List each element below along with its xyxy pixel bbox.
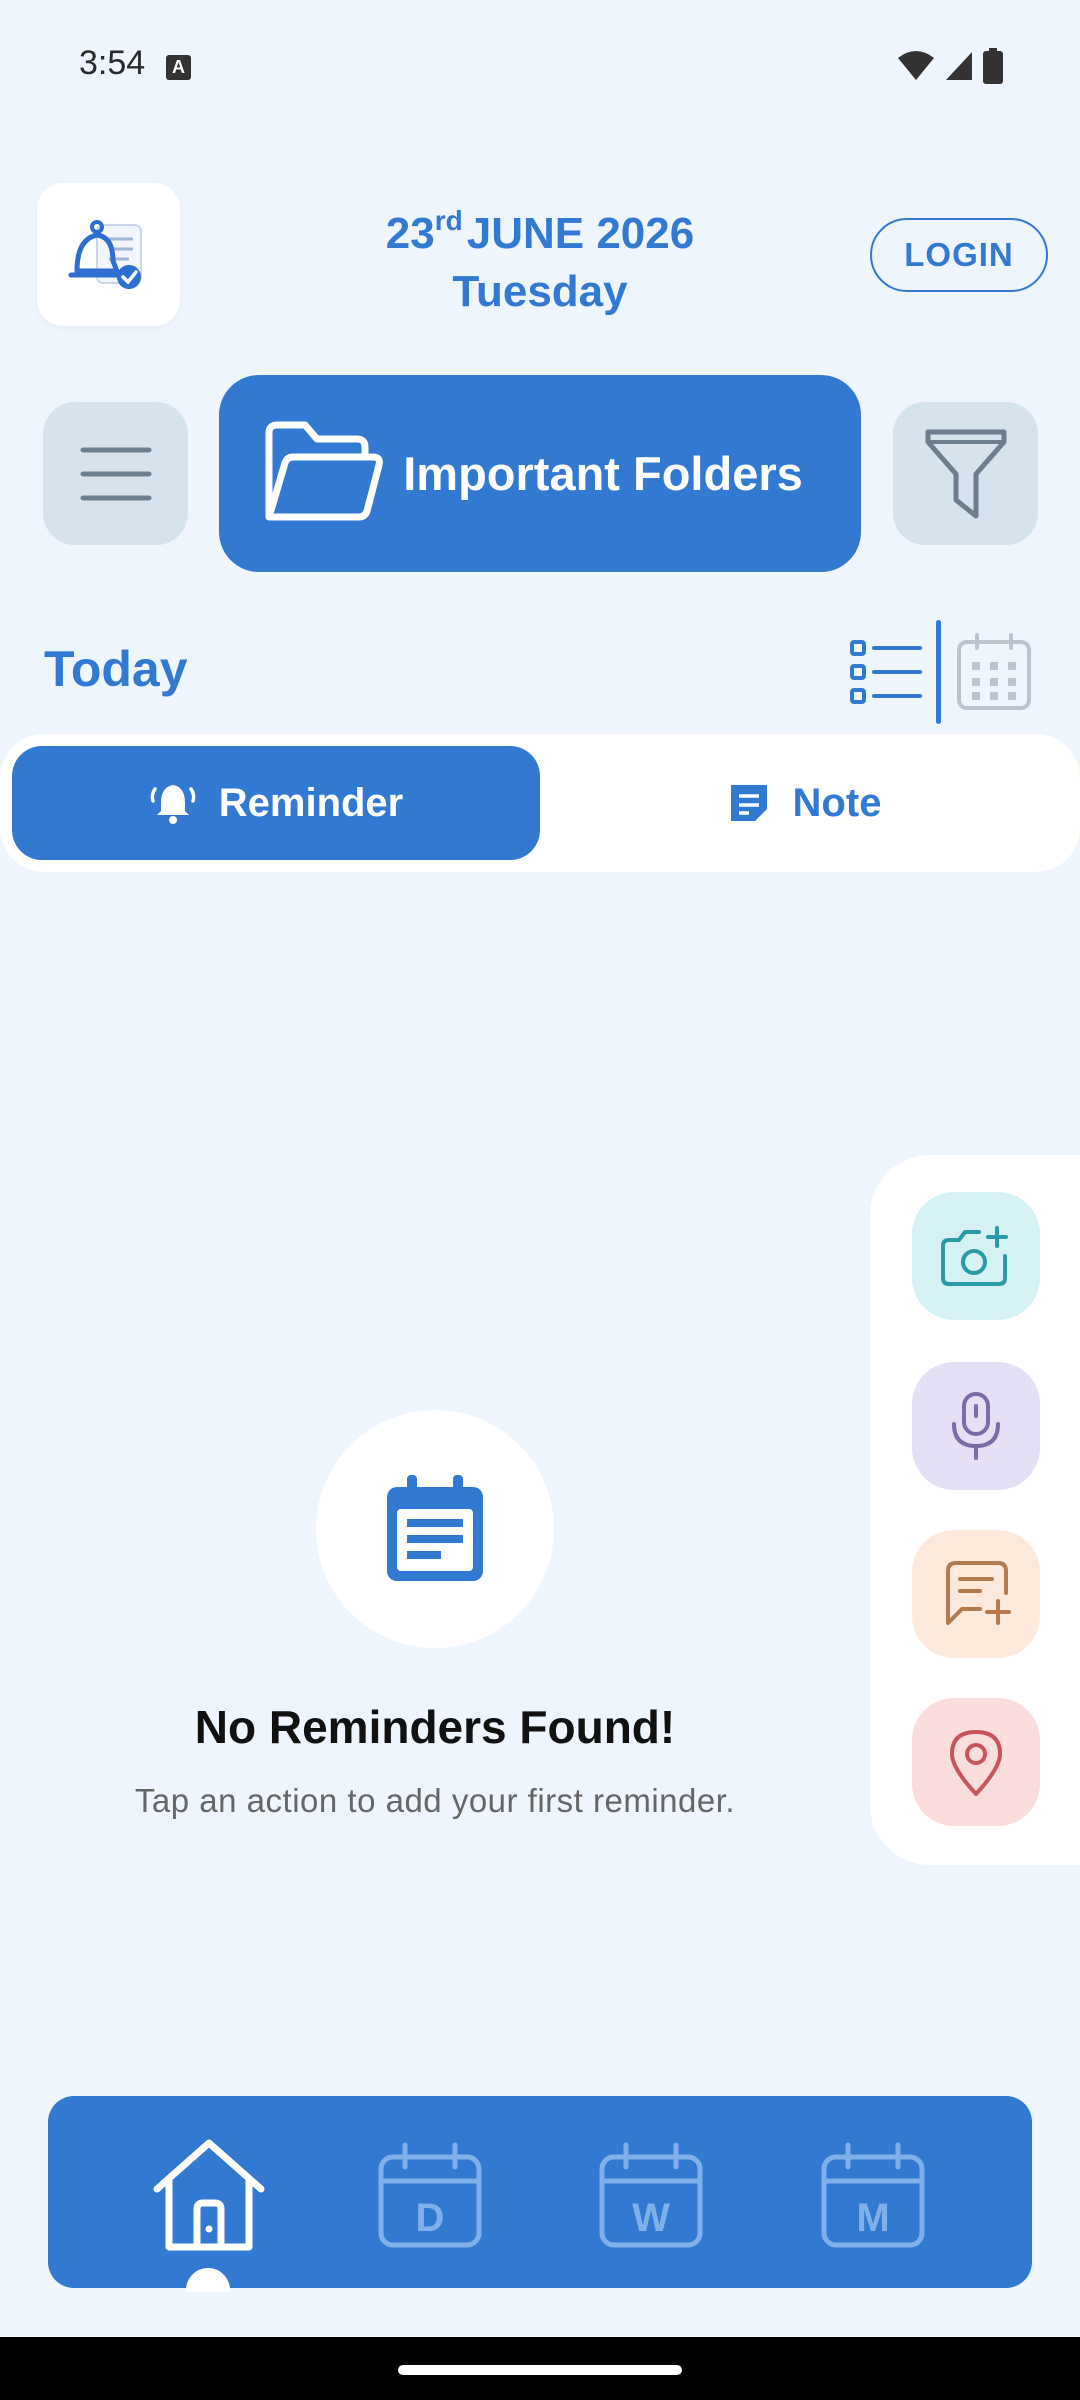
empty-state-illustration — [316, 1410, 554, 1648]
view-divider — [936, 620, 941, 724]
date-line: 23rdJUNE 2026 — [300, 192, 780, 263]
tab-reminder[interactable]: Reminder — [12, 746, 540, 860]
bell-ring-icon — [150, 785, 196, 824]
date-month-year: JUNE 2026 — [466, 209, 695, 258]
notification-icon: A — [166, 55, 191, 80]
weekday: Tuesday — [452, 267, 628, 316]
home-gesture-handle[interactable] — [398, 2365, 682, 2375]
filter-icon — [925, 429, 1006, 518]
calendar-day-icon: D — [378, 2142, 482, 2248]
text-note-button[interactable] — [912, 1530, 1040, 1658]
message-plus-icon — [946, 1561, 1011, 1625]
app-logo — [37, 183, 180, 326]
nav-week-letter: W — [632, 2196, 670, 2240]
camera-plus-icon — [941, 1226, 1008, 1286]
important-folders-button[interactable]: Important Folders — [219, 375, 861, 572]
nav-day[interactable]: D — [365, 2130, 495, 2260]
calendar-month-icon: M — [821, 2142, 925, 2248]
location-button[interactable] — [912, 1698, 1040, 1826]
cell-signal-icon — [946, 52, 972, 80]
nav-month-letter: M — [856, 2196, 889, 2240]
calendar-view-icon[interactable] — [955, 632, 1033, 712]
login-button[interactable]: LOGIN — [870, 218, 1048, 292]
date-day: 23 — [385, 209, 435, 258]
nav-home[interactable] — [144, 2130, 274, 2260]
nav-month[interactable]: M — [808, 2130, 938, 2260]
date-display: 23rdJUNE 2026 Tuesday — [300, 192, 780, 321]
note-icon — [730, 785, 767, 821]
date-suffix: rd — [434, 205, 463, 236]
folder-icon — [265, 421, 383, 520]
nav-day-letter: D — [416, 2196, 445, 2240]
bell-checklist-icon — [68, 219, 142, 289]
hamburger-menu-icon — [80, 447, 151, 500]
wifi-icon — [898, 51, 934, 80]
list-view-icon[interactable] — [850, 636, 922, 708]
empty-state-subtitle: Tap an action to add your first reminder… — [134, 1782, 736, 1819]
filter-button[interactable] — [893, 402, 1038, 545]
tab-note-label: Note — [792, 780, 882, 825]
microphone-icon — [952, 1392, 1000, 1460]
calendar-note-icon — [387, 1475, 483, 1581]
voice-note-button[interactable] — [912, 1362, 1040, 1490]
tab-reminder-label: Reminder — [218, 780, 404, 825]
menu-button[interactable] — [43, 402, 188, 545]
home-icon — [153, 2139, 265, 2251]
tab-note[interactable]: Note — [540, 746, 1068, 860]
battery-icon — [983, 48, 1003, 84]
nav-active-indicator — [186, 2268, 230, 2292]
view-toggle — [850, 620, 1033, 724]
folders-label: Important Folders — [403, 446, 803, 500]
section-title: Today — [44, 641, 188, 697]
empty-state-title: No Reminders Found! — [194, 1701, 676, 1753]
calendar-week-icon: W — [599, 2142, 703, 2248]
nav-week[interactable]: W — [586, 2130, 716, 2260]
status-icons — [896, 48, 1004, 84]
map-pin-icon — [950, 1730, 1002, 1796]
status-time: 3:54 — [79, 44, 146, 82]
add-photo-button[interactable] — [912, 1192, 1040, 1320]
